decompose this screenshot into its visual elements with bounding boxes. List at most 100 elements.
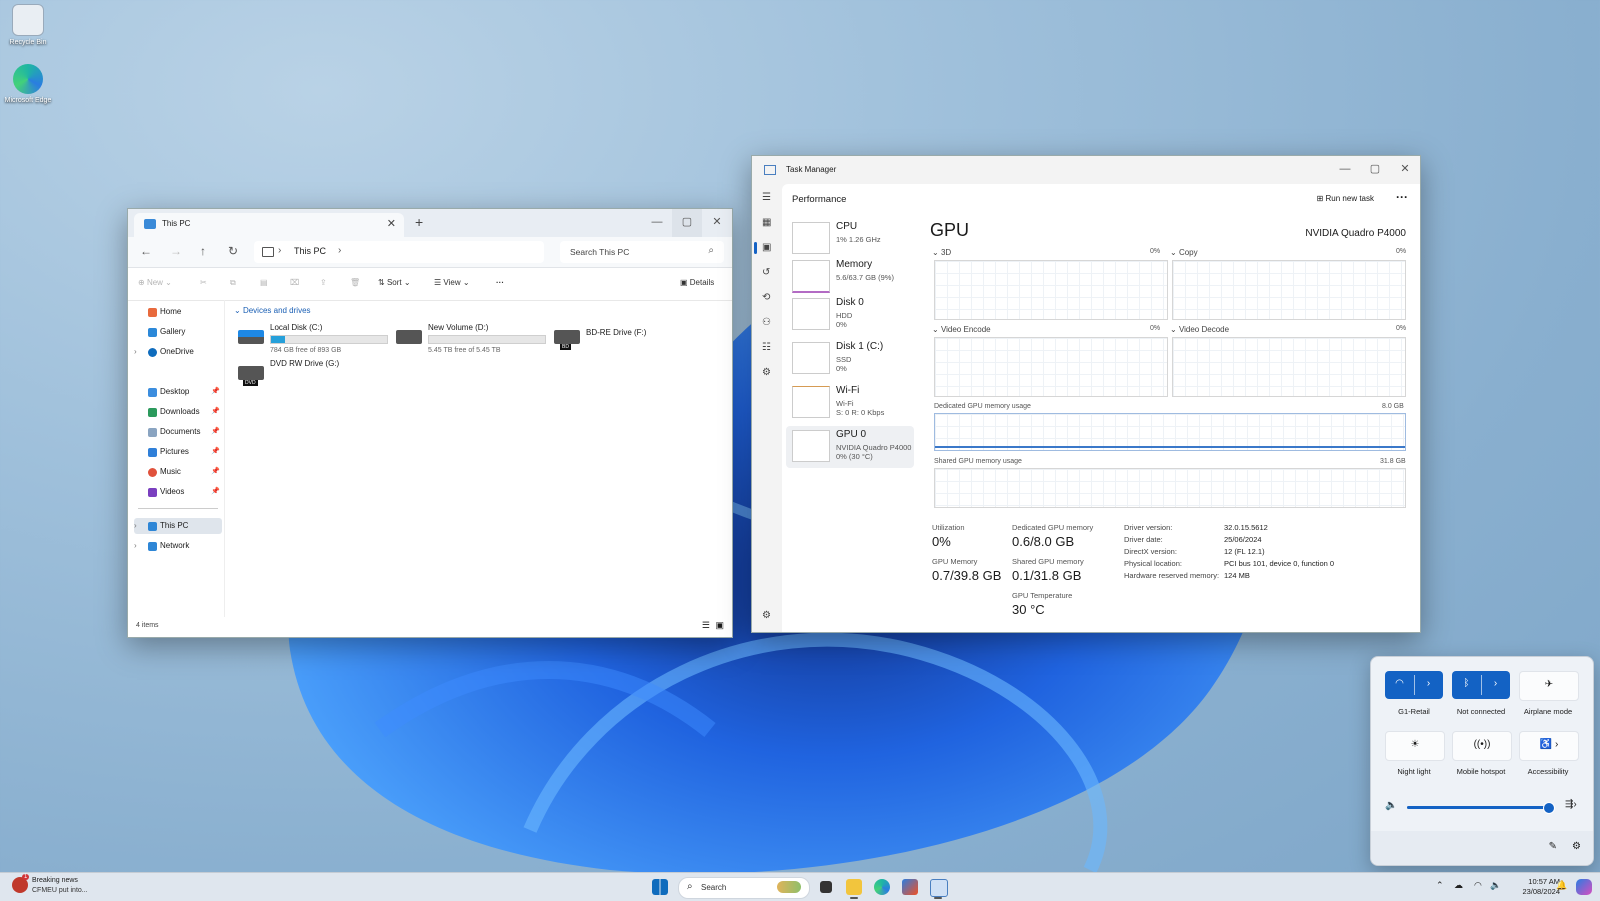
users-icon[interactable]: ⚇	[762, 317, 771, 328]
delete-icon[interactable]: 🗑	[350, 278, 360, 287]
task-manager-icon[interactable]	[930, 879, 948, 897]
explorer-tab[interactable]: This PC ✕	[134, 213, 404, 237]
hamburger-icon[interactable]: ☰	[762, 192, 771, 203]
copilot-icon[interactable]	[1576, 879, 1592, 895]
forward-icon[interactable]: →	[170, 244, 182, 258]
edge-icon[interactable]	[874, 879, 890, 895]
performance-icon[interactable]: ▣	[762, 242, 771, 253]
drive-item-d[interactable]: New Volume (D:) 5.45 TB free of 5.45 TB	[396, 322, 546, 356]
new-button[interactable]: ⊕ New ⌄	[138, 278, 172, 287]
desktop-icon-recycle-bin[interactable]: Recycle Bin	[0, 4, 56, 46]
engine-dropdown-3d[interactable]: ⌄ 3D	[932, 248, 951, 257]
address-box[interactable]: › This PC ›	[254, 241, 544, 263]
file-explorer-icon[interactable]	[846, 879, 862, 895]
search-input[interactable]: Search This PC ⌕	[560, 241, 724, 263]
drive-item-c[interactable]: Local Disk (C:) 784 GB free of 893 GB	[238, 322, 388, 356]
processes-icon[interactable]: ▦	[762, 217, 771, 228]
run-new-task-button[interactable]: ⊞ Run new task	[1317, 194, 1374, 203]
engine-dropdown-video-decode[interactable]: ⌄ Video Decode	[1170, 325, 1229, 334]
rename-icon[interactable]: ⌧	[290, 278, 299, 287]
mobile-hotspot-toggle[interactable]: ((•))	[1452, 731, 1512, 761]
settings-icon[interactable]: ⚙	[762, 610, 771, 621]
share-icon[interactable]: ⇪	[320, 278, 327, 287]
sidebar-item-documents[interactable]: Documents 📌	[134, 424, 222, 440]
airplane-mode-toggle[interactable]: ✈	[1519, 671, 1579, 701]
drive-item-g[interactable]: DVD DVD RW Drive (G:)	[238, 358, 388, 392]
details-icon[interactable]: ☷	[762, 342, 771, 353]
sidebar-item-onedrive[interactable]: › OneDrive	[134, 344, 222, 360]
sidebar-item-downloads[interactable]: Downloads 📌	[134, 404, 222, 420]
more-options-icon[interactable]: ···	[1396, 190, 1408, 204]
volume-tray-icon[interactable]: 🔈	[1490, 880, 1501, 891]
edit-icon[interactable]: ✎	[1549, 841, 1557, 852]
chevron-right-icon[interactable]: ›	[1481, 678, 1510, 689]
drive-item-f[interactable]: BD BD-RE Drive (F:)	[554, 322, 674, 356]
night-light-toggle[interactable]: ☀	[1385, 731, 1445, 761]
close-tab-icon[interactable]: ✕	[387, 217, 396, 230]
taskbar-search[interactable]: ⌕ Search	[678, 877, 810, 899]
paste-icon[interactable]: ▤	[260, 278, 268, 287]
close-button[interactable]: ✕	[1390, 156, 1420, 184]
speaker-icon[interactable]: 🔈	[1385, 800, 1397, 811]
perf-item-gpu0[interactable]: GPU 0 NVIDIA Quadro P4000 0% (30 °C)	[786, 426, 914, 468]
more-options-icon[interactable]: ···	[496, 278, 504, 287]
volume-slider[interactable]	[1407, 802, 1556, 814]
expand-chevron-icon[interactable]: ›	[134, 538, 137, 554]
maximize-button[interactable]: ▢	[1360, 156, 1390, 184]
bluetooth-toggle[interactable]: ᛒ ›	[1452, 671, 1510, 699]
group-header-devices[interactable]: ⌄ Devices and drives	[234, 306, 311, 315]
sidebar-item-gallery[interactable]: Gallery	[134, 324, 222, 340]
sidebar-item-home[interactable]: Home	[134, 304, 222, 320]
task-view-icon[interactable]	[820, 881, 832, 893]
perf-item-disk0[interactable]: Disk 0 HDD 0%	[786, 294, 914, 334]
minimize-button[interactable]: —	[642, 209, 672, 237]
refresh-icon[interactable]: ↻	[228, 244, 238, 258]
sidebar-item-desktop[interactable]: Desktop 📌	[134, 384, 222, 400]
chevron-right-icon[interactable]: ›	[338, 245, 341, 256]
app-history-icon[interactable]: ↺	[762, 267, 770, 278]
accessibility-toggle[interactable]: ♿ ›	[1519, 731, 1579, 761]
maximize-button[interactable]: ▢	[672, 209, 702, 237]
expand-chevron-icon[interactable]: ›	[134, 518, 137, 534]
engine-dropdown-video-encode[interactable]: ⌄ Video Encode	[932, 325, 991, 334]
perf-item-disk1[interactable]: Disk 1 (C:) SSD 0%	[786, 338, 914, 378]
notifications-icon[interactable]: 🔔	[1556, 880, 1567, 891]
back-icon[interactable]: ←	[140, 244, 152, 258]
engine-dropdown-copy[interactable]: ⌄ Copy	[1170, 248, 1198, 257]
breadcrumb-this-pc[interactable]: This PC	[294, 246, 326, 256]
close-button[interactable]: ✕	[702, 209, 732, 237]
view-button[interactable]: ☰ View ⌄	[434, 278, 470, 287]
details-button[interactable]: ▣ Details	[680, 278, 714, 287]
services-icon[interactable]: ⚙	[762, 367, 771, 378]
copy-icon[interactable]: ⧉	[230, 278, 236, 288]
expand-chevron-icon[interactable]: ›	[134, 344, 137, 360]
details-view-icon[interactable]: ☰	[702, 620, 710, 631]
settings-icon[interactable]: ⚙	[1572, 841, 1581, 852]
wifi-toggle[interactable]: ◠ ›	[1385, 671, 1443, 699]
sidebar-item-this-pc[interactable]: › This PC	[134, 518, 222, 534]
clock[interactable]: 10:57 AM 23/08/2024	[1522, 877, 1560, 897]
show-hidden-icons[interactable]: ⌃	[1436, 880, 1444, 891]
tiles-view-icon[interactable]: ▣	[715, 620, 724, 631]
cut-icon[interactable]: ✂	[200, 278, 207, 287]
start-icon[interactable]	[652, 879, 668, 895]
onedrive-tray-icon[interactable]: ☁	[1454, 880, 1463, 891]
sort-button[interactable]: ⇅ Sort ⌄	[378, 278, 411, 287]
startup-apps-icon[interactable]: ⟲	[762, 292, 770, 303]
desktop-icon-edge[interactable]: Microsoft Edge	[0, 64, 56, 104]
minimize-button[interactable]: —	[1330, 156, 1360, 184]
audio-output-icon[interactable]: ⇶›	[1565, 799, 1577, 810]
sidebar-item-pictures[interactable]: Pictures 📌	[134, 444, 222, 460]
perf-item-cpu[interactable]: CPU 1% 1.26 GHz	[786, 218, 914, 258]
sidebar-item-videos[interactable]: Videos 📌	[134, 484, 222, 500]
perf-item-memory[interactable]: Memory 5.6/63.7 GB (9%)	[786, 256, 914, 296]
new-tab-button[interactable]: +	[415, 214, 423, 230]
chevron-right-icon[interactable]: ›	[1414, 678, 1443, 689]
volume-thumb[interactable]	[1543, 802, 1556, 814]
wifi-tray-icon[interactable]: ◠	[1474, 880, 1482, 891]
store-icon[interactable]	[902, 879, 918, 895]
sidebar-item-network[interactable]: › Network	[134, 538, 222, 554]
perf-item-wifi[interactable]: Wi-Fi Wi-Fi S: 0 R: 0 Kbps	[786, 382, 914, 422]
up-icon[interactable]: ↑	[200, 244, 206, 258]
sidebar-item-music[interactable]: Music 📌	[134, 464, 222, 480]
